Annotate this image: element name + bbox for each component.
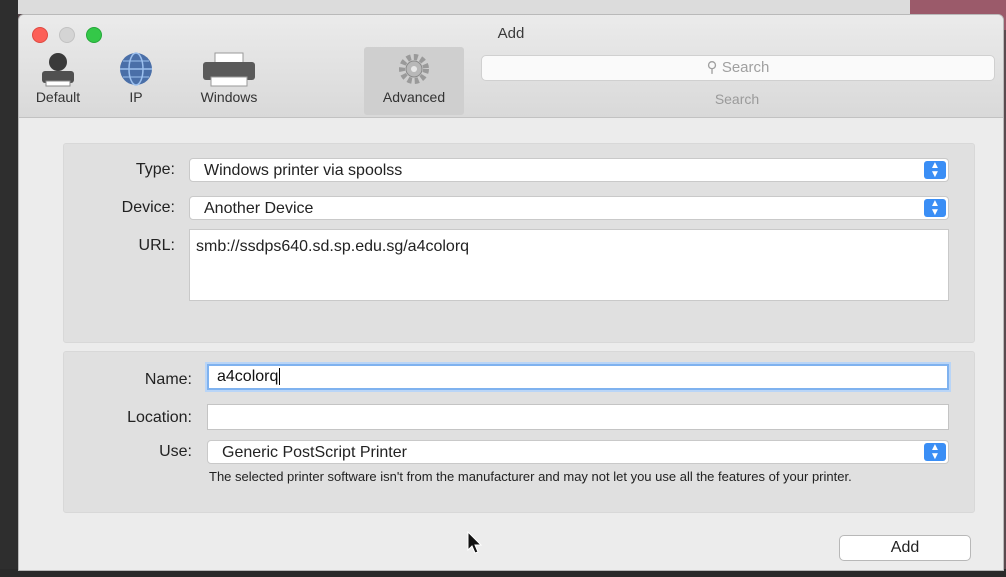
window-title: Add — [497, 25, 525, 42]
chevron-up-down-icon: ▲ ▼ — [924, 199, 946, 218]
globe-icon — [120, 52, 152, 86]
use-popup[interactable]: Generic PostScript Printer ▲ ▼ — [207, 440, 949, 464]
toolbar-advanced-label: Advanced — [382, 89, 446, 105]
device-popup[interactable]: Another Device ▲ ▼ — [189, 196, 949, 220]
type-popup[interactable]: Windows printer via spoolss ▲ ▼ — [189, 158, 949, 182]
chevron-up-down-icon: ▲ ▼ — [924, 161, 946, 180]
toolbar-ip-label: IP — [129, 89, 143, 105]
add-printer-window: Add Default IP Windows Advanced ⚲ Search… — [18, 14, 1004, 571]
toolbar-windows-label: Windows — [200, 89, 258, 105]
default-printer-icon — [42, 53, 74, 87]
name-field[interactable]: a4colorq — [207, 364, 949, 390]
text-caret — [279, 368, 281, 386]
chevron-up-down-icon: ▲ ▼ — [924, 443, 946, 462]
url-label: URL: — [138, 237, 175, 254]
use-label: Use: — [159, 443, 192, 460]
gear-icon — [399, 54, 429, 84]
driver-warning-note: The selected printer software isn't from… — [209, 469, 852, 484]
use-value: Generic PostScript Printer — [222, 444, 407, 461]
location-label: Location: — [127, 409, 192, 426]
toolbar: Add Default IP Windows Advanced ⚲ Search… — [19, 15, 1003, 118]
add-button[interactable]: Add — [839, 535, 971, 561]
desktop-background-strip — [0, 0, 1006, 14]
type-label: Type: — [135, 161, 175, 178]
toolbar-ip-button[interactable]: IP — [112, 51, 160, 111]
windows-printer-icon — [203, 52, 255, 87]
toolbar-advanced-button[interactable]: Advanced — [364, 47, 464, 115]
desktop-background-left — [0, 0, 18, 577]
device-value: Another Device — [204, 200, 314, 217]
search-icon: ⚲ — [706, 59, 718, 76]
location-field[interactable] — [207, 404, 949, 430]
name-value: a4colorq — [217, 368, 279, 385]
toolbar-default-label: Default — [35, 89, 81, 105]
search-label: Search — [714, 91, 760, 107]
search-input[interactable]: ⚲ Search — [481, 55, 995, 81]
toolbar-default-button[interactable]: Default — [24, 51, 92, 111]
device-label: Device: — [121, 199, 175, 216]
type-value: Windows printer via spoolss — [204, 162, 403, 179]
search-placeholder: Search — [721, 59, 770, 76]
url-field[interactable]: smb://ssdps640.sd.sp.edu.sg/a4colorq — [189, 229, 949, 301]
mouse-pointer-icon — [467, 531, 483, 554]
name-label: Name: — [144, 371, 192, 388]
toolbar-windows-button[interactable]: Windows — [179, 51, 279, 111]
